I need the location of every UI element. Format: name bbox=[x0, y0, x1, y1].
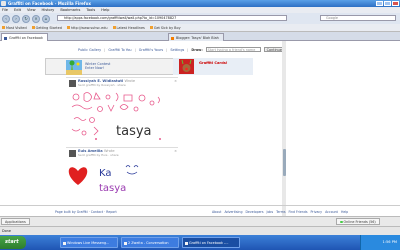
footer-link[interactable]: Terms bbox=[276, 210, 285, 214]
tab-label: Graffiti on Facebook bbox=[9, 36, 43, 40]
taskbar-conversation[interactable]: 2 Zweita - Conversation bbox=[121, 237, 179, 248]
drawing-text: tasya bbox=[116, 124, 152, 139]
footer-link[interactable]: About bbox=[212, 210, 221, 214]
url-bar[interactable]: http://apps.facebook.com/graffitiwall/wa… bbox=[57, 15, 287, 21]
bookmark-suhsc[interactable]: http://www.suhsc.edu bbox=[67, 26, 108, 30]
app-navigation: Public Gallery | Graffiti To You | Graff… bbox=[78, 47, 285, 52]
footer-link[interactable]: Help bbox=[341, 210, 348, 214]
applications-button[interactable]: Applications bbox=[1, 218, 30, 225]
bookmark-latest-headlines[interactable]: Latest Headlines bbox=[113, 26, 145, 30]
menu-history[interactable]: History bbox=[42, 8, 55, 12]
post-meta: Sent graffiti by Rossiyah · share bbox=[78, 83, 126, 87]
window-titlebar: Graffiti on Facebook - Mozilla Firefox bbox=[0, 0, 400, 7]
reload-icon[interactable]: ↻ bbox=[22, 14, 30, 23]
delete-icon[interactable]: × bbox=[174, 79, 177, 83]
wall-post: Euis Ameilia Wrote Sent graffiti by Euis… bbox=[66, 147, 178, 206]
contest-thumbnail bbox=[66, 60, 82, 75]
home-icon[interactable]: ⌂ bbox=[42, 14, 50, 23]
footer-credit[interactable]: Page built by Graffiti · Contact · Repor… bbox=[55, 210, 117, 214]
facebook-icon bbox=[4, 36, 7, 40]
delete-icon[interactable]: × bbox=[174, 149, 177, 153]
tab-label: Blogger: Tasya' Blah Blah bbox=[176, 36, 219, 40]
close-button[interactable] bbox=[392, 1, 399, 6]
page-footer: Page built by Graffiti · Contact · Repor… bbox=[0, 205, 400, 216]
facebook-chat-bar: Applications Online Friends (56) bbox=[0, 216, 400, 226]
forward-icon[interactable]: › bbox=[12, 14, 20, 23]
stop-icon[interactable]: × bbox=[32, 14, 40, 23]
graffiti-drawing: Ka tasya bbox=[66, 159, 178, 206]
taskbar-firefox[interactable]: Graffiti on Facebook -... bbox=[182, 237, 240, 248]
nav-public-gallery[interactable]: Public Gallery bbox=[78, 48, 101, 52]
tab-blogger[interactable]: Blogger: Tasya' Blah Blah bbox=[168, 33, 224, 41]
scrollbar-thumb[interactable] bbox=[282, 149, 286, 176]
windows-taskbar: start Windows Live Messeng... 2 Zweita -… bbox=[0, 235, 400, 250]
footer-link[interactable]: Privacy bbox=[311, 210, 323, 214]
bookmark-most-visited[interactable]: Most Visited bbox=[2, 26, 27, 30]
drawing-text-line2: tasya bbox=[99, 183, 126, 194]
start-button[interactable]: start bbox=[0, 236, 26, 249]
footer-link[interactable]: Jobs bbox=[267, 210, 274, 214]
menu-help[interactable]: Help bbox=[101, 8, 109, 12]
drawing-text-line1: Ka bbox=[99, 168, 112, 179]
menu-tools[interactable]: Tools bbox=[86, 8, 95, 12]
nav-graffiti-to-you[interactable]: Graffiti To You bbox=[108, 48, 131, 52]
page-scrollbar[interactable] bbox=[282, 41, 286, 216]
avatar[interactable] bbox=[69, 150, 76, 157]
bookmarks-toolbar: Most Visited Getting Started http://www.… bbox=[0, 24, 400, 32]
bookmark-getting-started[interactable]: Getting Started bbox=[32, 26, 62, 30]
menu-view[interactable]: View bbox=[27, 8, 36, 12]
separator: | bbox=[104, 47, 106, 52]
window-controls bbox=[376, 1, 399, 6]
friend-name-input[interactable]: Start typing a friend's name bbox=[205, 47, 261, 52]
status-bar: Done bbox=[0, 226, 400, 235]
footer-link[interactable]: Find Friends bbox=[289, 210, 308, 214]
footer-links: About Advertising Developers Jobs Terms … bbox=[212, 210, 348, 214]
chat-button[interactable]: Online Friends (56) bbox=[336, 218, 380, 225]
page-content: Public Gallery | Graffiti To You | Graff… bbox=[0, 41, 400, 216]
draw-label: Draw: bbox=[191, 47, 203, 52]
menu-file[interactable]: File bbox=[2, 8, 8, 12]
maximize-button[interactable] bbox=[384, 1, 391, 6]
avatar[interactable] bbox=[69, 80, 76, 87]
taskbar-messenger[interactable]: Windows Live Messeng... bbox=[60, 237, 118, 248]
reindeer-icon bbox=[179, 59, 194, 74]
footer-link[interactable]: Advertising bbox=[224, 210, 242, 214]
separator: | bbox=[166, 47, 168, 52]
post-meta: Sent graffiti by Euis · share bbox=[78, 153, 119, 157]
navigation-toolbar: ‹ › ↻ × ⌂ http://apps.facebook.com/graff… bbox=[0, 13, 400, 24]
menu-bookmarks[interactable]: Bookmarks bbox=[60, 8, 80, 12]
tab-graffiti[interactable]: Graffiti on Facebook bbox=[1, 33, 48, 41]
minimize-button[interactable] bbox=[376, 1, 383, 6]
separator: | bbox=[187, 47, 189, 52]
search-input[interactable]: Google bbox=[320, 15, 396, 21]
tab-strip: Graffiti on Facebook Blogger: Tasya' Bla… bbox=[0, 32, 400, 41]
system-tray-clock[interactable]: 1:56 PM bbox=[360, 235, 400, 250]
graffiti-cards-title: Graffiti Cards! bbox=[199, 61, 228, 65]
separator: | bbox=[134, 47, 136, 52]
graffiti-cards-banner[interactable]: Graffiti Cards! bbox=[173, 58, 253, 75]
graffiti-drawing: tasya bbox=[66, 89, 178, 147]
bookmark-get-sick[interactable]: Get Sick by Boy bbox=[150, 26, 181, 30]
footer-link[interactable]: Account bbox=[325, 210, 338, 214]
nav-settings[interactable]: Settings bbox=[170, 48, 184, 52]
contest-subtitle[interactable]: Enter Now! bbox=[85, 66, 104, 70]
menu-edit[interactable]: Edit bbox=[14, 8, 21, 12]
back-icon[interactable]: ‹ bbox=[2, 14, 10, 23]
blogger-icon bbox=[171, 36, 174, 40]
wall-post: Rossiyah E. Widiastuti Wrote Sent graffi… bbox=[66, 77, 178, 147]
footer-link[interactable]: Developers bbox=[245, 210, 263, 214]
nav-graffiti-yours[interactable]: Graffiti's Yours bbox=[139, 48, 163, 52]
window-title: Graffiti on Facebook - Mozilla Firefox bbox=[8, 1, 91, 6]
firefox-icon bbox=[1, 1, 6, 6]
